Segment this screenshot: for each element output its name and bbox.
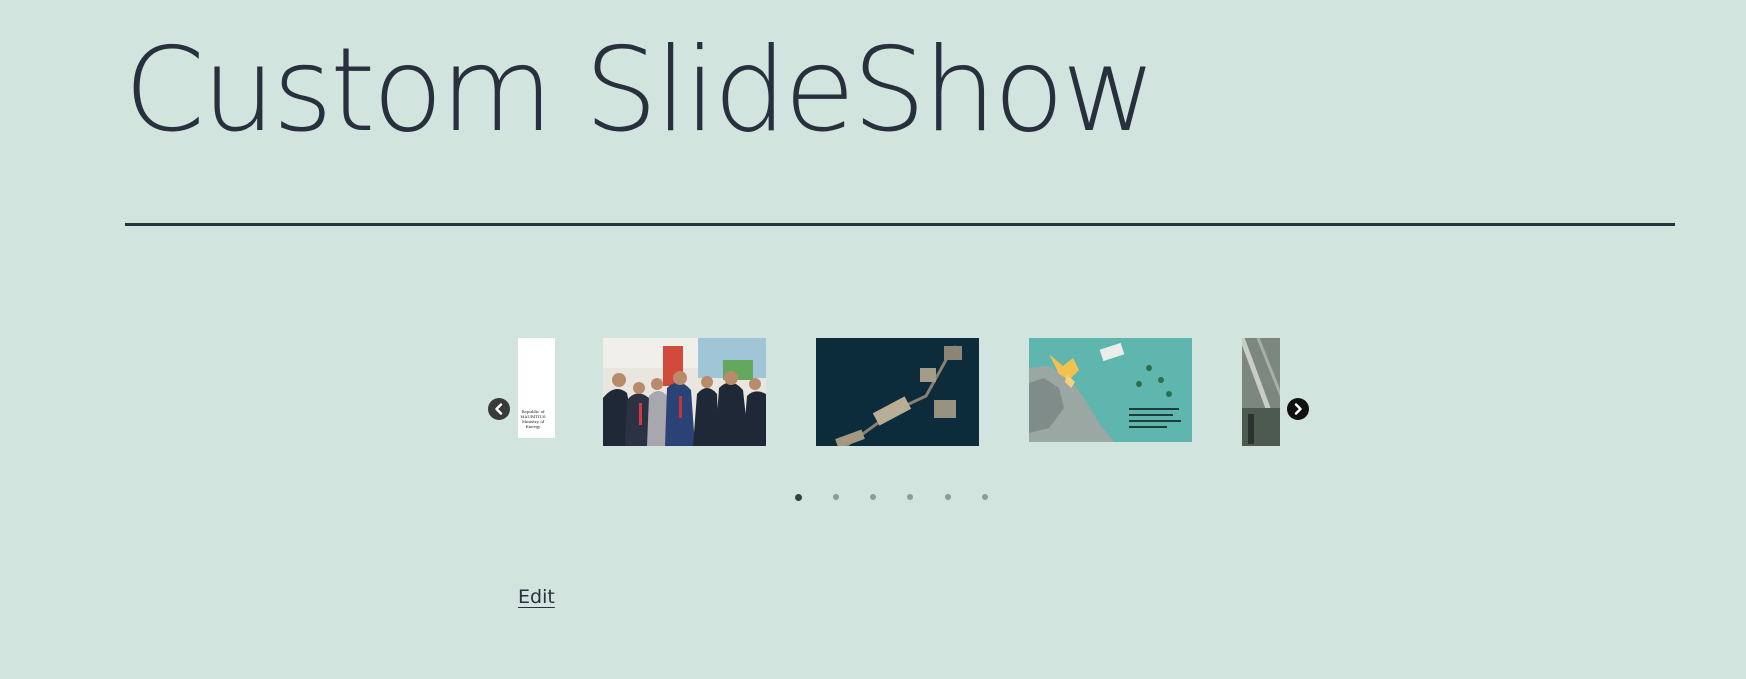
slide-logo-ministry[interactable]: Republic of MAURITIUS Ministry of Energy (518, 338, 555, 438)
slideshow-prev-button[interactable] (488, 398, 510, 420)
ministry-logo: Republic of MAURITIUS Ministry of Energy (518, 409, 549, 429)
slideshow-next-button[interactable] (1287, 398, 1309, 420)
title-divider (125, 223, 1675, 226)
slideshow-viewport: Republic of MAURITIUS Ministry of Energy (518, 336, 1280, 456)
photo-industrial-icon (1242, 338, 1280, 446)
page-title: Custom SlideShow (124, 23, 1156, 158)
chevron-right-icon (1294, 403, 1302, 415)
logo-line-1: Republic of MAURITIUS (520, 409, 546, 419)
photo-map-icon (1029, 338, 1192, 442)
logo-line-2: Ministry of Energy (521, 419, 545, 429)
slideshow-dot-3[interactable] (870, 494, 876, 500)
chevron-left-icon (495, 403, 503, 415)
slideshow-dot-4[interactable] (907, 494, 913, 500)
slideshow-dots (795, 493, 995, 504)
slideshow-dot-1[interactable] (795, 493, 802, 501)
photo-offshore-icon (816, 338, 979, 446)
edit-link[interactable]: Edit (518, 586, 555, 608)
slide-officials-handshake[interactable] (603, 338, 766, 446)
slideshow-dot-2[interactable] (833, 494, 839, 500)
slideshow-dot-5[interactable] (945, 494, 951, 500)
slide-industrial-structure[interactable] (1242, 338, 1280, 446)
slideshow-dot-6[interactable] (982, 494, 988, 500)
slideshow: Republic of MAURITIUS Ministry of Energy (486, 336, 1312, 456)
photo-people-icon (603, 338, 766, 446)
slide-offshore-map-board[interactable] (1029, 338, 1192, 442)
slide-offshore-platform-aerial[interactable] (816, 338, 979, 446)
